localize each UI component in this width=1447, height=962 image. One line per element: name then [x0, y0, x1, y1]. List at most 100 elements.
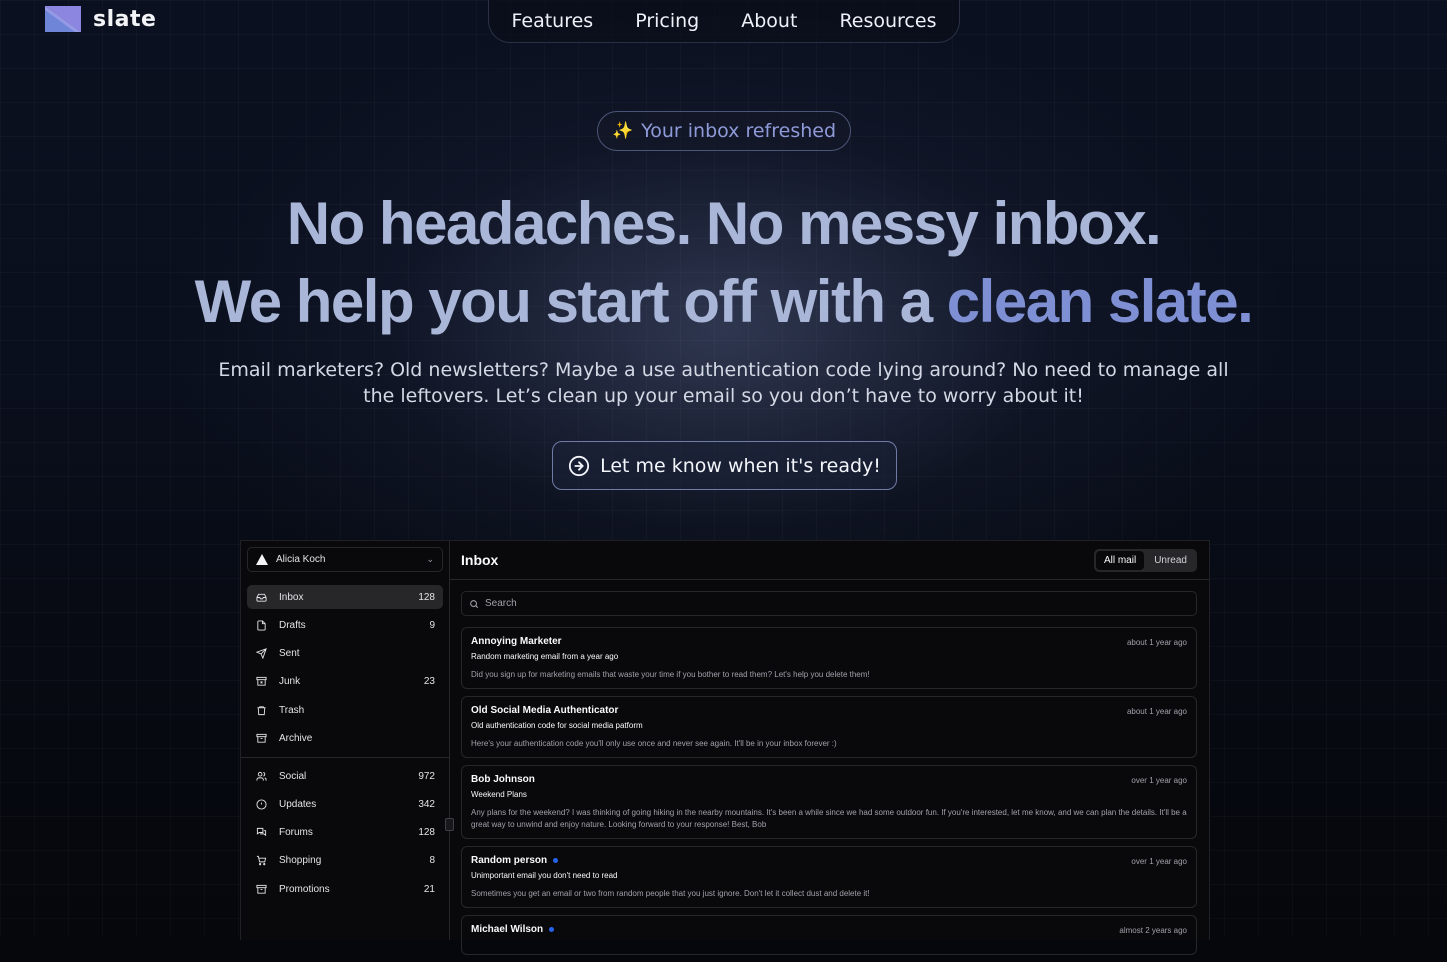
sidebar-item-sent[interactable]: Sent	[247, 642, 443, 666]
mail-item[interactable]: Bob Johnson over 1 year ago Weekend Plan…	[461, 765, 1197, 839]
nav-resources-link[interactable]: Resources	[839, 10, 936, 32]
sidebar-item-inbox[interactable]: Inbox 128	[247, 585, 443, 609]
chevron-down-icon: ⌄	[426, 554, 434, 564]
mail-preview: Here's your authentication code you'll o…	[471, 739, 837, 748]
headline-accent: clean slate.	[946, 268, 1254, 335]
mail-sender: Annoying Marketer	[471, 636, 1187, 647]
mail-filter-tabs: All mail Unread	[1093, 548, 1197, 572]
sidebar-item-junk[interactable]: Junk 23	[247, 670, 443, 694]
mail-time: almost 2 years ago	[1119, 926, 1187, 935]
arrow-right-circle-icon	[569, 455, 590, 476]
sidebar-item-label: Archive	[279, 732, 313, 744]
sidebar-item-count: 342	[418, 798, 435, 810]
account-name: Alicia Koch	[276, 554, 326, 565]
nav-about-link[interactable]: About	[741, 10, 797, 32]
headline-line-2: We help you start off with a clean slate…	[0, 267, 1447, 336]
notify-me-button[interactable]: Let me know when it's ready!	[552, 441, 897, 490]
sidebar-item-count: 9	[429, 619, 435, 631]
nav-features-link[interactable]: Features	[512, 10, 594, 32]
users-icon	[255, 770, 267, 782]
search-input[interactable]: Search	[461, 591, 1197, 616]
sidebar-divider	[241, 757, 449, 758]
tab-unread[interactable]: Unread	[1146, 551, 1195, 570]
sidebar-item-count: 8	[429, 855, 435, 867]
headline-line-2-prefix: We help you start off with a	[194, 268, 933, 335]
search-placeholder: Search	[485, 598, 517, 609]
folder-list: Inbox 128 Drafts 9 Sent Junk 23 Trash Ar…	[247, 585, 443, 755]
sidebar-item-count: 21	[423, 883, 435, 895]
mail-subject: Weekend Plans	[471, 790, 527, 799]
top-nav: Features Pricing About Resources	[488, 0, 960, 43]
sidebar-item-label: Inbox	[279, 591, 304, 603]
mail-time: about 1 year ago	[1126, 638, 1187, 647]
sidebar-item-count: 128	[418, 827, 435, 839]
unread-dot-icon	[549, 927, 555, 932]
account-logo-icon	[256, 554, 268, 565]
mail-list: Annoying Marketer about 1 year ago Rando…	[461, 627, 1197, 962]
mail-subject: Old authentication code for social media…	[471, 721, 643, 730]
mail-preview: Did you sign up for marketing emails tha…	[471, 670, 870, 679]
headline-line-1: No headaches. No messy inbox.	[286, 190, 1162, 257]
brand-name: slate	[93, 6, 157, 32]
sidebar-item-count: 23	[423, 676, 435, 688]
mail-sender: Random person	[471, 855, 1187, 866]
mail-sender: Old Social Media Authenticator	[471, 705, 1187, 716]
hero-subtitle: Email marketers? Old newsletters? Maybe …	[218, 359, 1229, 407]
announcement-text: Your inbox refreshed	[641, 120, 837, 142]
archive-x-icon	[255, 676, 267, 688]
mail-item[interactable]: Michael Wilson almost 2 years ago	[461, 915, 1197, 955]
brand-logo[interactable]: slate	[45, 6, 156, 32]
app-preview: Alicia Koch ⌄ Inbox 128 Drafts 9 Sent Ju…	[240, 540, 1210, 955]
sidebar-item-label: Junk	[279, 676, 301, 688]
sidebar-item-trash[interactable]: Trash	[247, 698, 443, 722]
archive-icon	[255, 883, 267, 895]
alert-circle-icon	[255, 798, 267, 810]
sidebar-item-label: Updates	[279, 798, 317, 810]
mail-time: about 1 year ago	[1126, 707, 1187, 716]
sidebar-item-social[interactable]: Social 972	[247, 764, 443, 788]
sidebar-item-forums[interactable]: Forums 128	[247, 821, 443, 845]
sidebar-item-label: Forums	[279, 827, 313, 839]
sidebar-item-label: Drafts	[279, 619, 306, 631]
sidebar: Alicia Koch ⌄ Inbox 128 Drafts 9 Sent Ju…	[241, 541, 454, 940]
trash-icon	[255, 704, 267, 716]
tab-all-mail[interactable]: All mail	[1095, 550, 1145, 570]
mail-item[interactable]: Random person over 1 year ago Unimportan…	[461, 846, 1197, 908]
search-icon	[470, 599, 479, 608]
sidebar-item-count: 128	[418, 591, 435, 603]
page-title: Inbox	[461, 552, 499, 568]
announcement-badge: ✨ Your inbox refreshed	[597, 111, 851, 151]
inbox-icon	[255, 591, 267, 603]
mail-time: over 1 year ago	[1131, 776, 1187, 785]
mail-preview: Any plans for the weekend? I was thinkin…	[471, 808, 1187, 829]
sidebar-item-count: 972	[418, 770, 435, 782]
account-switcher[interactable]: Alicia Koch ⌄	[247, 547, 443, 572]
send-icon	[255, 648, 267, 660]
sidebar-item-drafts[interactable]: Drafts 9	[247, 613, 443, 637]
mail-preview: Sometimes you get an email or two from r…	[471, 889, 870, 898]
unread-dot-icon	[553, 858, 559, 863]
sidebar-item-archive[interactable]: Archive	[247, 726, 443, 750]
sidebar-item-label: Social	[279, 770, 307, 782]
file-icon	[255, 619, 267, 631]
shopping-cart-icon	[255, 855, 267, 867]
nav-pricing-link[interactable]: Pricing	[635, 10, 699, 32]
sidebar-item-label: Promotions	[279, 883, 330, 895]
slate-logo-icon	[45, 6, 81, 32]
mail-sender: Bob Johnson	[471, 774, 1187, 785]
mail-subject: Unimportant email you don't need to read	[471, 871, 618, 880]
messages-icon	[255, 827, 267, 839]
mail-sender-name: Random person	[471, 855, 548, 866]
mail-subject: Random marketing email from a year ago	[471, 652, 619, 661]
sidebar-item-updates[interactable]: Updates 342	[247, 792, 443, 816]
sidebar-item-label: Trash	[279, 704, 305, 716]
sparkles-icon: ✨	[611, 121, 634, 141]
mail-item[interactable]: Annoying Marketer about 1 year ago Rando…	[461, 627, 1197, 689]
sidebar-item-label: Shopping	[279, 855, 322, 867]
sidebar-item-promotions[interactable]: Promotions 21	[247, 877, 443, 901]
sidebar-item-shopping[interactable]: Shopping 8	[247, 849, 443, 873]
archive-icon	[255, 732, 267, 744]
mail-sender-name: Michael Wilson	[471, 924, 544, 935]
mail-list-header: Inbox All mail Unread	[449, 541, 1209, 580]
mail-item[interactable]: Old Social Media Authenticator about 1 y…	[461, 696, 1197, 758]
